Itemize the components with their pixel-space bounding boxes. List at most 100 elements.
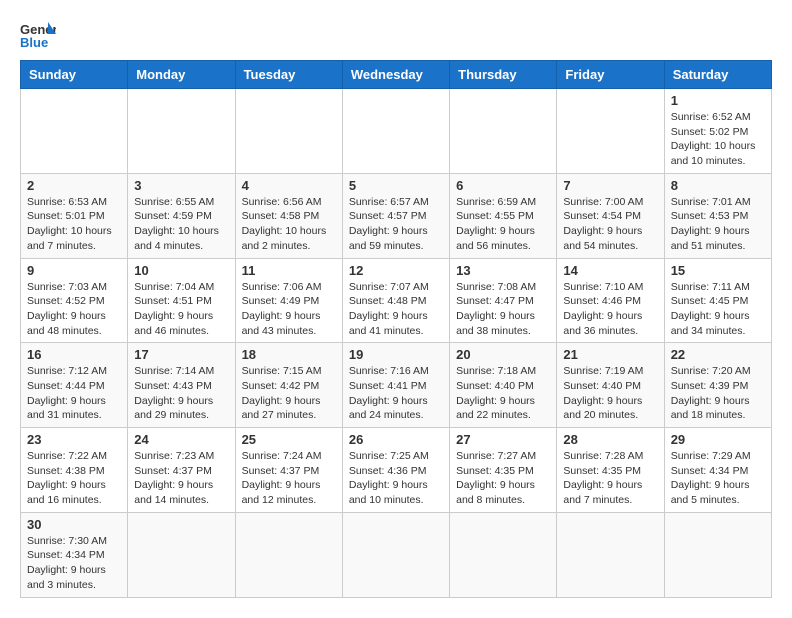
day-info: Sunrise: 7:03 AM Sunset: 4:52 PM Dayligh… — [27, 280, 121, 339]
day-number: 12 — [349, 263, 443, 278]
day-number: 4 — [242, 178, 336, 193]
day-number: 5 — [349, 178, 443, 193]
day-info: Sunrise: 7:19 AM Sunset: 4:40 PM Dayligh… — [563, 364, 657, 423]
calendar-cell: 7 Sunrise: 7:00 AM Sunset: 4:54 PM Daylig… — [557, 173, 664, 258]
day-info: Sunrise: 7:10 AM Sunset: 4:46 PM Dayligh… — [563, 280, 657, 339]
calendar-week-row: 16 Sunrise: 7:12 AM Sunset: 4:44 PM Dayli… — [21, 343, 772, 428]
day-info: Sunrise: 6:59 AM Sunset: 4:55 PM Dayligh… — [456, 195, 550, 254]
calendar-cell: 16 Sunrise: 7:12 AM Sunset: 4:44 PM Dayli… — [21, 343, 128, 428]
calendar-cell: 28Sunrise: 7:28 AM Sunset: 4:35 PM Dayli… — [557, 428, 664, 513]
calendar-cell — [557, 89, 664, 174]
calendar-cell — [21, 89, 128, 174]
calendar-cell: 30 Sunrise: 7:30 AM Sunset: 4:34 PM Dayli… — [21, 512, 128, 597]
day-number: 21 — [563, 347, 657, 362]
day-info: Sunrise: 7:27 AM Sunset: 4:35 PM Dayligh… — [456, 449, 550, 508]
calendar-cell: 15 Sunrise: 7:11 AM Sunset: 4:45 PM Dayli… — [664, 258, 771, 343]
day-number: 30 — [27, 517, 121, 532]
calendar-cell: 22 Sunrise: 7:20 AM Sunset: 4:39 PM Dayli… — [664, 343, 771, 428]
calendar-table: SundayMondayTuesdayWednesdayThursdayFrid… — [20, 60, 772, 598]
calendar-cell: 19Sunrise: 7:16 AM Sunset: 4:41 PM Dayli… — [342, 343, 449, 428]
calendar-cell: 24 Sunrise: 7:23 AM Sunset: 4:37 PM Dayli… — [128, 428, 235, 513]
day-number: 24 — [134, 432, 228, 447]
day-info: Sunrise: 7:14 AM Sunset: 4:43 PM Dayligh… — [134, 364, 228, 423]
day-info: Sunrise: 7:06 AM Sunset: 4:49 PM Dayligh… — [242, 280, 336, 339]
calendar-cell: 27 Sunrise: 7:27 AM Sunset: 4:35 PM Dayli… — [450, 428, 557, 513]
logo: General Blue — [20, 20, 56, 50]
day-info: Sunrise: 7:04 AM Sunset: 4:51 PM Dayligh… — [134, 280, 228, 339]
calendar-cell: 26 Sunrise: 7:25 AM Sunset: 4:36 PM Dayli… — [342, 428, 449, 513]
calendar-week-row: 23 Sunrise: 7:22 AM Sunset: 4:38 PM Dayli… — [21, 428, 772, 513]
day-number: 17 — [134, 347, 228, 362]
calendar-week-row: 2 Sunrise: 6:53 AM Sunset: 5:01 PM Daylig… — [21, 173, 772, 258]
calendar-cell: 5 Sunrise: 6:57 AM Sunset: 4:57 PM Daylig… — [342, 173, 449, 258]
day-number: 29 — [671, 432, 765, 447]
day-number: 25 — [242, 432, 336, 447]
day-info: Sunrise: 7:01 AM Sunset: 4:53 PM Dayligh… — [671, 195, 765, 254]
weekday-header-saturday: Saturday — [664, 61, 771, 89]
calendar-cell: 12Sunrise: 7:07 AM Sunset: 4:48 PM Dayli… — [342, 258, 449, 343]
calendar-week-row: 30 Sunrise: 7:30 AM Sunset: 4:34 PM Dayli… — [21, 512, 772, 597]
calendar-cell: 13Sunrise: 7:08 AM Sunset: 4:47 PM Dayli… — [450, 258, 557, 343]
day-number: 16 — [27, 347, 121, 362]
calendar-cell — [664, 512, 771, 597]
calendar-cell — [450, 512, 557, 597]
day-info: Sunrise: 7:25 AM Sunset: 4:36 PM Dayligh… — [349, 449, 443, 508]
calendar-cell: 23 Sunrise: 7:22 AM Sunset: 4:38 PM Dayli… — [21, 428, 128, 513]
calendar-cell: 11 Sunrise: 7:06 AM Sunset: 4:49 PM Dayli… — [235, 258, 342, 343]
calendar-cell: 4 Sunrise: 6:56 AM Sunset: 4:58 PM Daylig… — [235, 173, 342, 258]
day-info: Sunrise: 7:11 AM Sunset: 4:45 PM Dayligh… — [671, 280, 765, 339]
day-info: Sunrise: 7:12 AM Sunset: 4:44 PM Dayligh… — [27, 364, 121, 423]
day-number: 15 — [671, 263, 765, 278]
calendar-cell — [235, 512, 342, 597]
calendar-cell: 17 Sunrise: 7:14 AM Sunset: 4:43 PM Dayli… — [128, 343, 235, 428]
day-number: 20 — [456, 347, 550, 362]
day-info: Sunrise: 7:30 AM Sunset: 4:34 PM Dayligh… — [27, 534, 121, 593]
calendar-cell — [557, 512, 664, 597]
calendar-cell — [128, 512, 235, 597]
day-info: Sunrise: 6:57 AM Sunset: 4:57 PM Dayligh… — [349, 195, 443, 254]
calendar-cell: 6Sunrise: 6:59 AM Sunset: 4:55 PM Daylig… — [450, 173, 557, 258]
calendar-cell: 14Sunrise: 7:10 AM Sunset: 4:46 PM Dayli… — [557, 258, 664, 343]
calendar-cell: 1Sunrise: 6:52 AM Sunset: 5:02 PM Daylig… — [664, 89, 771, 174]
day-number: 26 — [349, 432, 443, 447]
day-number: 7 — [563, 178, 657, 193]
day-info: Sunrise: 7:23 AM Sunset: 4:37 PM Dayligh… — [134, 449, 228, 508]
day-number: 11 — [242, 263, 336, 278]
day-number: 13 — [456, 263, 550, 278]
day-info: Sunrise: 6:53 AM Sunset: 5:01 PM Dayligh… — [27, 195, 121, 254]
weekday-header-tuesday: Tuesday — [235, 61, 342, 89]
calendar-cell: 2 Sunrise: 6:53 AM Sunset: 5:01 PM Daylig… — [21, 173, 128, 258]
day-number: 18 — [242, 347, 336, 362]
calendar-cell: 9 Sunrise: 7:03 AM Sunset: 4:52 PM Daylig… — [21, 258, 128, 343]
page-header: General Blue — [20, 20, 772, 50]
day-number: 9 — [27, 263, 121, 278]
day-info: Sunrise: 7:29 AM Sunset: 4:34 PM Dayligh… — [671, 449, 765, 508]
day-number: 27 — [456, 432, 550, 447]
day-info: Sunrise: 7:28 AM Sunset: 4:35 PM Dayligh… — [563, 449, 657, 508]
weekday-header-thursday: Thursday — [450, 61, 557, 89]
calendar-cell — [450, 89, 557, 174]
weekday-header-sunday: Sunday — [21, 61, 128, 89]
day-info: Sunrise: 7:15 AM Sunset: 4:42 PM Dayligh… — [242, 364, 336, 423]
day-info: Sunrise: 6:55 AM Sunset: 4:59 PM Dayligh… — [134, 195, 228, 254]
day-info: Sunrise: 6:52 AM Sunset: 5:02 PM Dayligh… — [671, 110, 765, 169]
day-number: 2 — [27, 178, 121, 193]
day-number: 22 — [671, 347, 765, 362]
weekday-header-friday: Friday — [557, 61, 664, 89]
day-number: 8 — [671, 178, 765, 193]
calendar-cell: 18 Sunrise: 7:15 AM Sunset: 4:42 PM Dayli… — [235, 343, 342, 428]
day-info: Sunrise: 7:22 AM Sunset: 4:38 PM Dayligh… — [27, 449, 121, 508]
calendar-cell: 10Sunrise: 7:04 AM Sunset: 4:51 PM Dayli… — [128, 258, 235, 343]
day-number: 23 — [27, 432, 121, 447]
calendar-cell: 29 Sunrise: 7:29 AM Sunset: 4:34 PM Dayli… — [664, 428, 771, 513]
weekday-header-row: SundayMondayTuesdayWednesdayThursdayFrid… — [21, 61, 772, 89]
day-info: Sunrise: 7:20 AM Sunset: 4:39 PM Dayligh… — [671, 364, 765, 423]
day-info: Sunrise: 7:00 AM Sunset: 4:54 PM Dayligh… — [563, 195, 657, 254]
calendar-cell — [128, 89, 235, 174]
calendar-cell — [342, 89, 449, 174]
calendar-cell: 3Sunrise: 6:55 AM Sunset: 4:59 PM Daylig… — [128, 173, 235, 258]
calendar-cell: 25Sunrise: 7:24 AM Sunset: 4:37 PM Dayli… — [235, 428, 342, 513]
calendar-cell: 20Sunrise: 7:18 AM Sunset: 4:40 PM Dayli… — [450, 343, 557, 428]
calendar-cell: 8 Sunrise: 7:01 AM Sunset: 4:53 PM Daylig… — [664, 173, 771, 258]
day-info: Sunrise: 6:56 AM Sunset: 4:58 PM Dayligh… — [242, 195, 336, 254]
